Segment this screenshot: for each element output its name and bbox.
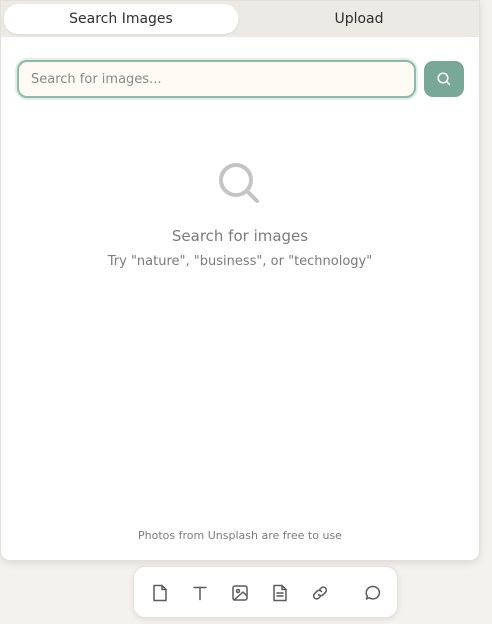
search-large-icon	[219, 163, 259, 203]
bottom-toolbar	[133, 566, 398, 618]
search-icon	[437, 72, 451, 86]
empty-state-subtitle: Try "nature", "business", or "technology…	[107, 254, 373, 269]
image-icon[interactable]	[229, 582, 251, 604]
empty-state: Search for images Try "nature", "busines…	[1, 161, 479, 269]
link-icon[interactable]	[309, 582, 331, 604]
search-row	[17, 60, 464, 98]
page-icon[interactable]	[149, 582, 171, 604]
search-input[interactable]	[17, 60, 417, 98]
document-icon[interactable]	[269, 582, 291, 604]
tab-upload[interactable]: Upload	[242, 4, 476, 34]
tab-search-images[interactable]: Search Images	[4, 4, 238, 34]
text-icon[interactable]	[189, 582, 211, 604]
image-picker-panel: Search Images Upload Search for images T…	[0, 0, 480, 561]
empty-state-title: Search for images	[171, 227, 309, 245]
comment-icon[interactable]	[362, 582, 384, 604]
unsplash-attribution: Photos from Unsplash are free to use	[138, 529, 342, 542]
tab-bar: Search Images Upload	[1, 1, 479, 37]
search-button[interactable]	[424, 61, 464, 97]
